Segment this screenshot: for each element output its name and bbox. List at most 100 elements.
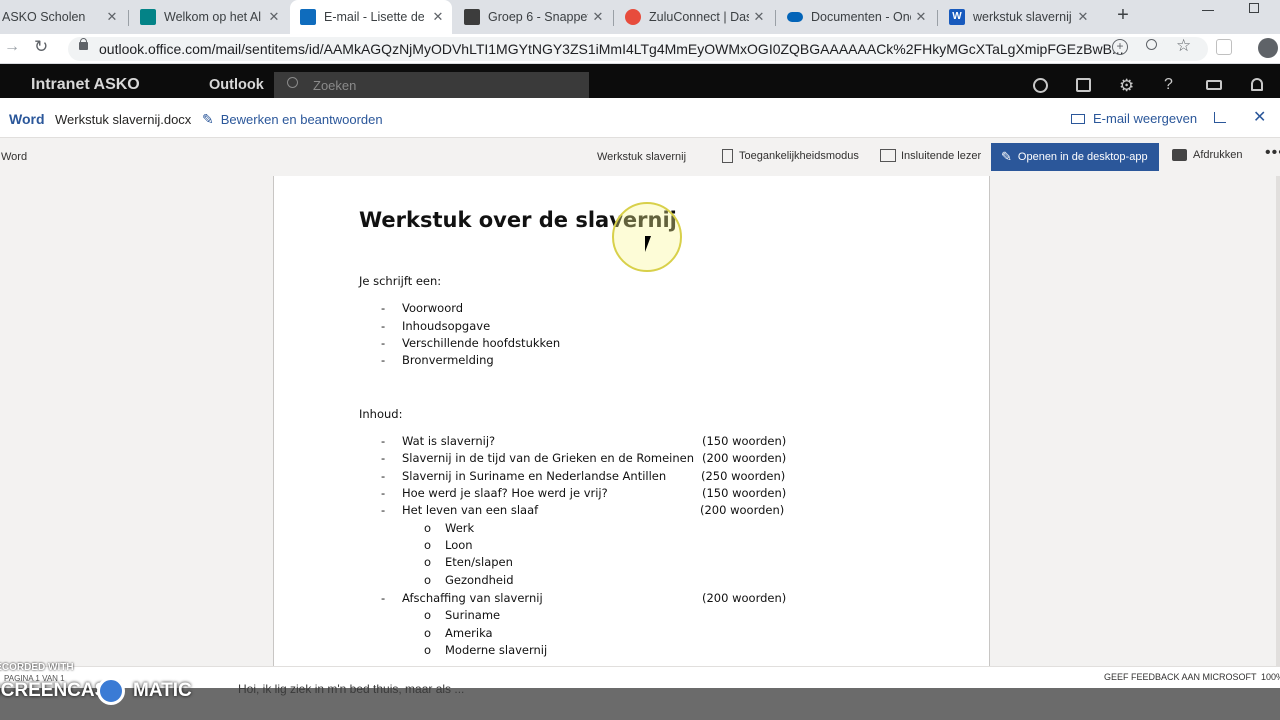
chapter-title: Slavernij in Suriname en Nederlandse Ant…: [402, 469, 667, 483]
popout-icon[interactable]: [1214, 112, 1226, 123]
sublist-item: Werk: [445, 521, 475, 535]
outlook-header: Intranet ASKO Outlook Zoeken ⚙ ?: [0, 64, 1280, 98]
search-box[interactable]: Zoeken: [274, 72, 589, 98]
search-input[interactable]: Zoeken: [313, 78, 356, 93]
add-icon[interactable]: +: [1112, 39, 1128, 55]
chapter-words: (150 woorden): [702, 486, 787, 500]
restore-icon[interactable]: [1249, 3, 1259, 13]
sublist-bullet: o: [424, 626, 432, 640]
edit-reply-button[interactable]: ✎ Bewerken en beantwoorden: [202, 111, 383, 128]
close-icon[interactable]: ✕: [751, 9, 767, 25]
chapter-words: (150 woorden): [702, 434, 787, 448]
browser-tab[interactable]: Groep 6 - Snappet ✕: [454, 0, 612, 34]
right-scrollbar-track[interactable]: [1276, 176, 1280, 666]
message-preview[interactable]: Hoi, ik lig ziek in m'n bed thuis, maar …: [238, 682, 464, 696]
brand-name[interactable]: Intranet ASKO: [31, 76, 140, 94]
tab-separator: [613, 10, 614, 26]
list-item: Inhoudsopgave: [402, 319, 491, 333]
chapter-words: (200 woorden): [702, 591, 787, 605]
tab-separator: [128, 10, 129, 26]
browser-tab[interactable]: Welkom op het Al ✕: [130, 0, 288, 34]
help-icon[interactable]: ?: [1164, 76, 1173, 94]
chapter-words: (250 woorden): [701, 469, 786, 483]
close-icon[interactable]: ✕: [590, 9, 606, 25]
word-icon: W: [949, 9, 965, 25]
minimize-icon[interactable]: [1202, 10, 1214, 11]
close-icon[interactable]: ✕: [104, 9, 120, 25]
feedback-link[interactable]: GEEF FEEDBACK AAN MICROSOFT: [1104, 672, 1257, 682]
snappet-icon: [464, 9, 480, 25]
pencil-icon: ✎: [1001, 149, 1012, 164]
tasks-icon[interactable]: [1076, 78, 1091, 92]
sublist-bullet: o: [424, 555, 432, 569]
list-dash: -: [381, 319, 386, 333]
print-button[interactable]: Afdrukken: [1172, 149, 1243, 161]
list-dash: -: [381, 434, 386, 448]
immersive-reader-button[interactable]: Insluitende lezer: [880, 149, 981, 162]
address-bar: → ↻ outlook.office.com/mail/sentitems/id…: [0, 34, 1280, 64]
chapter-title: Hoe werd je slaaf? Hoe werd je vrij?: [402, 486, 608, 500]
open-desktop-label: Openen in de desktop-app: [1017, 151, 1148, 163]
omnibox[interactable]: outlook.office.com/mail/sentitems/id/AAM…: [68, 37, 1208, 61]
printer-icon: [1172, 149, 1187, 161]
list-dash: -: [381, 486, 386, 500]
more-options-icon[interactable]: •••: [1265, 144, 1280, 162]
list-item: Bronvermelding: [402, 353, 494, 367]
close-icon[interactable]: ✕: [913, 9, 929, 25]
chapter-title: Het leven van een slaaf: [402, 503, 539, 517]
zoom-icon[interactable]: [1146, 39, 1157, 50]
bell-icon[interactable]: [1251, 78, 1263, 91]
browser-tab[interactable]: W werkstuk slavernij ✕: [939, 0, 1097, 34]
tab-label: ZuluConnect | Das: [649, 10, 749, 24]
zoom-level[interactable]: 100%: [1261, 672, 1280, 682]
browser-tab[interactable]: ASKO Scholen ✕: [0, 0, 126, 34]
list-dash: -: [381, 451, 386, 465]
pencil-icon: ✎: [202, 111, 214, 127]
new-tab-button[interactable]: +: [1112, 4, 1134, 26]
extension-icon[interactable]: [1216, 39, 1232, 55]
chapter-title: Afschaffing van slavernij: [402, 591, 543, 605]
accessibility-mode-button[interactable]: Toegankelijkheidsmodus: [722, 149, 859, 163]
gear-icon[interactable]: ⚙: [1119, 76, 1134, 96]
profile-avatar-icon[interactable]: [1258, 38, 1278, 58]
intro-text: Je schrijft een:: [359, 274, 442, 288]
show-email-button[interactable]: E-mail weergeven: [1071, 111, 1197, 126]
sublist-item: Suriname: [445, 608, 501, 622]
document-canvas[interactable]: Werkstuk over de slavernij Je schrijft e…: [0, 176, 1280, 666]
browser-tab-active[interactable]: E-mail - Lisette de ✕: [290, 0, 452, 34]
close-icon[interactable]: ✕: [430, 9, 446, 25]
word-ribbon: Word Werkstuk slavernij Toegankelijkheid…: [0, 138, 1280, 176]
word-app-label: Word: [9, 111, 45, 127]
close-icon[interactable]: ✕: [266, 9, 282, 25]
mouse-pointer-icon: [645, 236, 651, 252]
chapter-words: (200 woorden): [702, 451, 787, 465]
file-name: Werkstuk slavernij.docx: [55, 112, 192, 127]
immersive-reader-label: Insluitende lezer: [901, 149, 982, 162]
document-icon: [722, 149, 733, 163]
reload-icon[interactable]: ↻: [34, 37, 48, 57]
tab-separator: [937, 10, 938, 26]
accessibility-label: Toegankelijkheidsmodus: [739, 150, 859, 162]
skype-icon[interactable]: [1033, 78, 1048, 93]
sublist-bullet: o: [424, 643, 432, 657]
bookmark-star-icon[interactable]: ☆: [1176, 36, 1191, 56]
tab-label: Welkom op het Al: [164, 10, 262, 24]
tab-label: werkstuk slavernij: [973, 10, 1072, 24]
watermark-recorded: RECORDED WITH: [0, 662, 74, 673]
open-desktop-app-button[interactable]: ✎ Openen in de desktop-app: [991, 143, 1159, 171]
edit-reply-label: Bewerken en beantwoorden: [220, 112, 383, 127]
browser-tab[interactable]: Documenten - One ✕: [777, 0, 935, 34]
megaphone-icon[interactable]: [1206, 80, 1222, 90]
forward-icon[interactable]: →: [4, 38, 20, 56]
list-dash: -: [381, 353, 386, 367]
tab-label: ASKO Scholen: [2, 10, 86, 24]
show-email-label: E-mail weergeven: [1093, 111, 1198, 126]
list-dash: -: [381, 591, 386, 605]
close-icon[interactable]: ✕: [1253, 107, 1266, 127]
browser-tab[interactable]: ZuluConnect | Das ✕: [615, 0, 773, 34]
app-name[interactable]: Outlook: [209, 77, 264, 93]
document-name[interactable]: Werkstuk slavernij: [597, 151, 686, 163]
tab-separator: [775, 10, 776, 26]
close-icon[interactable]: ✕: [1075, 9, 1091, 25]
search-icon: [287, 77, 298, 88]
